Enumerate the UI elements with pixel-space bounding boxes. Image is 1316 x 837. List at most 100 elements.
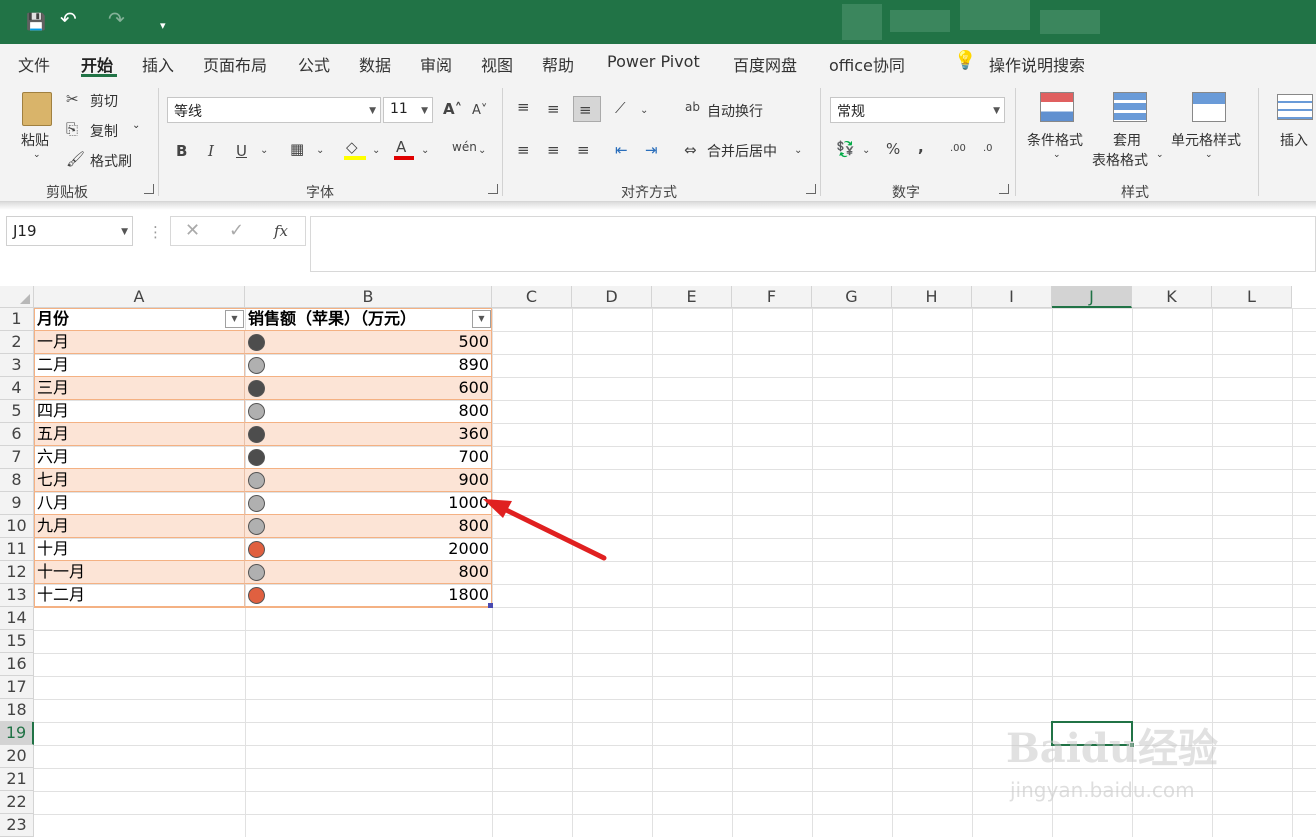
- chevron-down-icon[interactable]: ⌄: [316, 142, 324, 160]
- fill-color-icon[interactable]: ◇: [346, 138, 358, 156]
- select-all-corner[interactable]: [0, 286, 34, 308]
- format-as-table-label-1[interactable]: 套用: [1113, 130, 1141, 150]
- percent-icon[interactable]: %: [886, 140, 900, 158]
- month-cell[interactable]: 四月: [34, 400, 245, 423]
- insert-cells-button[interactable]: 插入: [1280, 130, 1308, 150]
- column-header-e[interactable]: E: [652, 286, 732, 308]
- cut-button[interactable]: 剪切: [90, 91, 118, 111]
- month-cell[interactable]: 五月: [34, 423, 245, 446]
- format-painter-button[interactable]: 格式刷: [90, 151, 132, 171]
- worksheet-grid[interactable]: A B C D E F G H I J K L 1 2 3 4 5 6 7 8 9 10 11 12 13 14 15 16 17 18 1…: [0, 286, 1316, 837]
- tab-power-pivot[interactable]: Power Pivot: [607, 52, 700, 71]
- row-header[interactable]: 14: [0, 607, 34, 630]
- italic-icon[interactable]: I: [208, 142, 214, 160]
- insert-function-icon[interactable]: fx: [274, 222, 288, 240]
- increase-indent-icon[interactable]: ⇥: [645, 141, 658, 159]
- align-right-icon[interactable]: ≡: [577, 141, 590, 159]
- tab-baidu-netdisk[interactable]: 百度网盘: [733, 52, 797, 76]
- column-header-b[interactable]: B: [245, 286, 492, 308]
- font-color-icon[interactable]: A: [396, 138, 406, 156]
- orientation-icon[interactable]: ⟋: [615, 99, 626, 117]
- tab-data[interactable]: 数据: [359, 52, 391, 76]
- tab-page-layout[interactable]: 页面布局: [203, 52, 267, 76]
- row-header[interactable]: 19: [0, 722, 34, 745]
- border-icon[interactable]: ▦: [290, 140, 304, 158]
- tab-review[interactable]: 审阅: [420, 52, 452, 76]
- dialog-launcher-icon[interactable]: [806, 184, 816, 194]
- sales-cell[interactable]: 600: [245, 377, 492, 400]
- underline-icon[interactable]: U: [236, 142, 247, 160]
- sales-cell[interactable]: 800: [245, 515, 492, 538]
- tab-help[interactable]: 帮助: [542, 52, 574, 76]
- month-cell[interactable]: 一月: [34, 331, 245, 354]
- chevron-down-icon[interactable]: ⌄: [640, 102, 648, 120]
- chevron-down-icon[interactable]: ⌄: [862, 142, 870, 160]
- bold-icon[interactable]: B: [176, 142, 187, 160]
- row-header[interactable]: 11: [0, 538, 34, 561]
- cell-styles-button[interactable]: 单元格样式: [1171, 130, 1241, 150]
- paste-button[interactable]: 粘贴: [21, 130, 49, 150]
- comma-style-icon[interactable]: ,: [918, 138, 924, 156]
- row-header[interactable]: 2: [0, 331, 34, 354]
- copy-button[interactable]: 复制: [90, 121, 118, 141]
- row-header[interactable]: 1: [0, 308, 34, 331]
- column-header-a[interactable]: A: [34, 286, 245, 308]
- sales-cell[interactable]: 700: [245, 446, 492, 469]
- row-header[interactable]: 17: [0, 676, 34, 699]
- row-header[interactable]: 22: [0, 791, 34, 814]
- month-cell[interactable]: 十月: [34, 538, 245, 561]
- filter-dropdown-icon[interactable]: ▼: [225, 310, 244, 328]
- chevron-down-icon[interactable]: ⌄: [260, 142, 268, 160]
- align-left-icon[interactable]: ≡: [517, 141, 530, 159]
- row-header[interactable]: 13: [0, 584, 34, 607]
- tab-view[interactable]: 视图: [481, 52, 513, 76]
- dialog-launcher-icon[interactable]: [488, 184, 498, 194]
- decrease-font-icon[interactable]: A˅: [472, 102, 487, 120]
- sales-cell[interactable]: 1000: [245, 492, 492, 515]
- paste-dropdown-icon[interactable]: ⌄: [33, 150, 41, 160]
- merge-center-button[interactable]: 合并后居中: [707, 141, 777, 161]
- row-header[interactable]: 4: [0, 377, 34, 400]
- tell-me-search[interactable]: 操作说明搜索: [989, 52, 1085, 76]
- number-format-select[interactable]: 常规 ▼: [830, 97, 1005, 123]
- month-cell[interactable]: 九月: [34, 515, 245, 538]
- row-header[interactable]: 20: [0, 745, 34, 768]
- name-box[interactable]: J19 ▼: [6, 216, 133, 246]
- row-header[interactable]: 9: [0, 492, 34, 515]
- sales-cell[interactable]: 800: [245, 561, 492, 584]
- chevron-down-icon[interactable]: ⌄: [794, 142, 802, 160]
- align-center-icon[interactable]: ≡: [547, 141, 560, 159]
- column-header-f[interactable]: F: [732, 286, 812, 308]
- decrease-indent-icon[interactable]: ⇤: [615, 141, 628, 159]
- accounting-format-icon[interactable]: 💱: [836, 140, 855, 158]
- row-header[interactable]: 8: [0, 469, 34, 492]
- tab-insert[interactable]: 插入: [142, 52, 174, 76]
- column-header-h[interactable]: H: [892, 286, 972, 308]
- column-header-j[interactable]: J: [1052, 286, 1132, 308]
- table-resize-handle[interactable]: [488, 603, 493, 608]
- formula-input[interactable]: [310, 216, 1316, 272]
- format-as-table-label-2[interactable]: 表格格式: [1092, 150, 1148, 170]
- month-cell[interactable]: 十二月: [34, 584, 245, 607]
- paste-icon[interactable]: [22, 92, 52, 126]
- column-header-g[interactable]: G: [812, 286, 892, 308]
- chevron-down-icon[interactable]: ⌄: [421, 142, 429, 160]
- month-cell[interactable]: 八月: [34, 492, 245, 515]
- increase-font-icon[interactable]: A˄: [443, 100, 462, 118]
- month-cell[interactable]: 二月: [34, 354, 245, 377]
- month-cell[interactable]: 七月: [34, 469, 245, 492]
- row-header[interactable]: 7: [0, 446, 34, 469]
- chevron-down-icon[interactable]: ⌄: [1205, 150, 1213, 160]
- phonetic-icon[interactable]: wén: [452, 138, 477, 156]
- row-header[interactable]: 3: [0, 354, 34, 377]
- column-header-i[interactable]: I: [972, 286, 1052, 308]
- month-cell[interactable]: 六月: [34, 446, 245, 469]
- sales-cell[interactable]: 890: [245, 354, 492, 377]
- redo-icon[interactable]: ↷: [108, 9, 125, 29]
- sales-cell[interactable]: 500: [245, 331, 492, 354]
- row-header[interactable]: 15: [0, 630, 34, 653]
- conditional-format-button[interactable]: 条件格式: [1027, 130, 1083, 150]
- tab-file[interactable]: 文件: [18, 52, 50, 76]
- tab-formulas[interactable]: 公式: [298, 52, 330, 76]
- align-top-icon[interactable]: ≡: [517, 98, 530, 116]
